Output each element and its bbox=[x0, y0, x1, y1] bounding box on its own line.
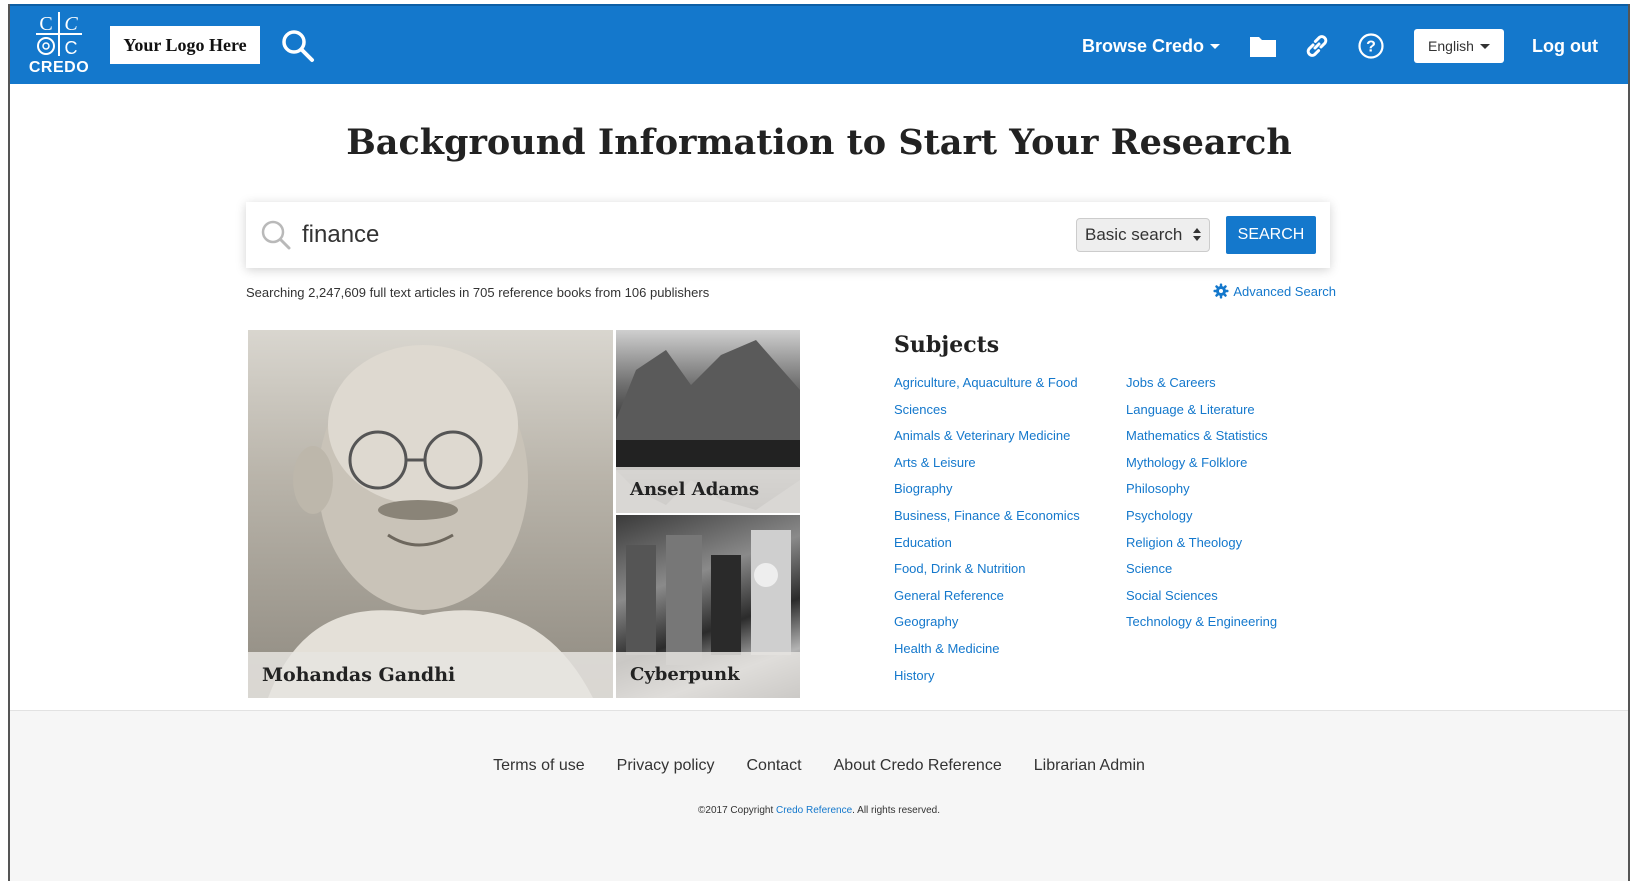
subject-link[interactable]: Social Sciences bbox=[1126, 583, 1277, 610]
credo-emblem-icon: C C C bbox=[36, 12, 82, 58]
gandhi-portrait-image bbox=[268, 345, 593, 698]
subject-link[interactable]: Food, Drink & Nutrition bbox=[894, 556, 1080, 583]
svg-text:?: ? bbox=[1366, 39, 1376, 56]
svg-text:C: C bbox=[65, 38, 78, 58]
credo-reference-link[interactable]: Credo Reference bbox=[776, 805, 852, 816]
search-type-select[interactable]: Basic search bbox=[1076, 218, 1210, 252]
subjects-heading: Subjects bbox=[894, 332, 1000, 358]
advanced-search-link[interactable]: Advanced Search bbox=[1213, 283, 1336, 299]
footer-link-about[interactable]: About Credo Reference bbox=[834, 757, 1002, 775]
search-stats: Searching 2,247,609 full text articles i… bbox=[246, 285, 710, 300]
feature-caption: Cyberpunk bbox=[616, 652, 800, 698]
subject-link[interactable]: Business, Finance & Economics bbox=[894, 503, 1080, 530]
feature-caption: Ansel Adams bbox=[616, 467, 800, 513]
up-down-arrows-icon bbox=[1193, 228, 1201, 241]
subject-link[interactable]: Philosophy bbox=[1126, 476, 1277, 503]
subject-link[interactable]: Mathematics & Statistics bbox=[1126, 423, 1277, 450]
subject-link[interactable]: Sciences bbox=[894, 397, 1080, 424]
chevron-down-icon bbox=[1479, 43, 1490, 49]
main-search-box: Basic search SEARCH bbox=[246, 202, 1330, 268]
feature-caption: Mohandas Gandhi bbox=[248, 652, 613, 698]
header-right-nav: Browse Credo ? English Log out bbox=[1082, 6, 1628, 86]
logout-link[interactable]: Log out bbox=[1532, 36, 1598, 57]
copyright-suffix: . All rights reserved. bbox=[852, 805, 940, 816]
search-button[interactable]: SEARCH bbox=[1226, 216, 1316, 254]
footer-link-librarian-admin[interactable]: Librarian Admin bbox=[1034, 757, 1145, 775]
subject-link[interactable]: Animals & Veterinary Medicine bbox=[894, 423, 1080, 450]
browse-credo-menu[interactable]: Browse Credo bbox=[1081, 35, 1221, 57]
featured-topics: Mohandas Gandhi Ansel Adams Cyberpunk bbox=[248, 330, 800, 698]
institution-logo-placeholder[interactable]: Your Logo Here bbox=[110, 26, 260, 64]
copyright-prefix: ©2017 Copyright bbox=[698, 805, 776, 816]
footer-link-contact[interactable]: Contact bbox=[746, 757, 801, 775]
header-search-icon[interactable] bbox=[280, 28, 316, 64]
subject-link[interactable]: Technology & Engineering bbox=[1126, 609, 1277, 636]
footer-link-privacy[interactable]: Privacy policy bbox=[617, 757, 715, 775]
subject-link[interactable]: Arts & Leisure bbox=[894, 450, 1080, 477]
credo-brand-logo[interactable]: C C C CREDO bbox=[24, 10, 94, 82]
subject-link[interactable]: Science bbox=[1126, 556, 1277, 583]
help-icon[interactable]: ? bbox=[1354, 29, 1388, 63]
copyright-text: ©2017 Copyright Credo Reference. All rig… bbox=[10, 805, 1628, 816]
subject-link[interactable]: Health & Medicine bbox=[894, 636, 1080, 663]
feature-tile-cyberpunk[interactable]: Cyberpunk bbox=[616, 515, 800, 698]
subject-link[interactable]: Language & Literature bbox=[1126, 397, 1277, 424]
subject-link[interactable]: Religion & Theology bbox=[1126, 530, 1277, 557]
feature-tile-gandhi[interactable]: Mohandas Gandhi bbox=[248, 330, 613, 698]
subject-link[interactable]: Mythology & Folklore bbox=[1126, 450, 1277, 477]
subject-link[interactable]: General Reference bbox=[894, 583, 1080, 610]
advanced-search-label: Advanced Search bbox=[1233, 283, 1336, 299]
browse-credo-label: Browse Credo bbox=[1081, 35, 1205, 56]
subjects-column-2: Jobs & Careers Language & Literature Mat… bbox=[1126, 370, 1277, 636]
search-input[interactable] bbox=[302, 216, 1042, 254]
search-type-label: Basic search bbox=[1085, 225, 1183, 244]
page-title: Background Information to Start Your Res… bbox=[346, 122, 1292, 163]
subject-link[interactable]: Jobs & Careers bbox=[1126, 370, 1277, 397]
subject-link[interactable]: History bbox=[894, 663, 1080, 690]
language-label: English bbox=[1428, 38, 1474, 54]
page-frame: C C C CREDO Your Logo Here Browse Credo bbox=[8, 4, 1630, 881]
gear-icon bbox=[1213, 283, 1229, 299]
subject-link[interactable]: Biography bbox=[894, 476, 1080, 503]
brand-text: CREDO bbox=[28, 59, 90, 76]
link-icon[interactable] bbox=[1300, 29, 1334, 63]
subject-link[interactable]: Education bbox=[894, 530, 1080, 557]
subjects-column-1: Agriculture, Aquaculture & Food Sciences… bbox=[894, 370, 1080, 689]
subject-link[interactable]: Geography bbox=[894, 609, 1080, 636]
svg-text:C: C bbox=[39, 13, 52, 35]
chevron-down-icon bbox=[1210, 43, 1221, 49]
footer-link-terms[interactable]: Terms of use bbox=[493, 757, 585, 775]
language-select[interactable]: English bbox=[1414, 29, 1505, 63]
subject-link[interactable]: Psychology bbox=[1126, 503, 1277, 530]
feature-tile-ansel-adams[interactable]: Ansel Adams bbox=[616, 330, 800, 513]
footer-links: Terms of use Privacy policy Contact Abou… bbox=[10, 757, 1628, 775]
page-footer: Terms of use Privacy policy Contact Abou… bbox=[10, 710, 1628, 881]
svg-text:C: C bbox=[64, 13, 78, 35]
subject-link[interactable]: Agriculture, Aquaculture & Food bbox=[894, 370, 1080, 397]
top-navbar: C C C CREDO Your Logo Here Browse Credo bbox=[10, 4, 1628, 84]
folder-icon[interactable] bbox=[1246, 29, 1280, 63]
search-icon bbox=[260, 219, 292, 256]
